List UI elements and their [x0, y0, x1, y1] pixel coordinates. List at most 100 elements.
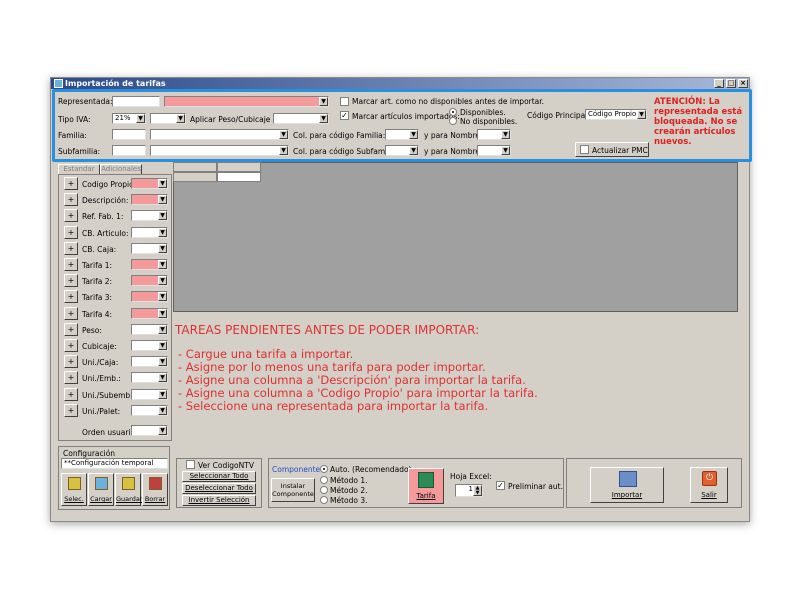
seleccionar-todo-button[interactable]: Seleccionar Todo [182, 471, 256, 482]
config-guardar-button[interactable]: Guardar [115, 473, 143, 506]
excel-icon [418, 472, 434, 488]
config-button-label: Selec. [64, 495, 84, 503]
invertir-seleccion-button[interactable]: Invertir Selección [182, 495, 256, 506]
field-column-select[interactable]: ▼ [131, 340, 168, 351]
grid-header-cell [217, 162, 261, 172]
field-label: Uni./Caja: [82, 358, 119, 368]
tasks-title: TAREAS PENDIENTES ANTES DE PODER IMPORTA… [175, 323, 480, 337]
config-button-label: Guardar [116, 495, 143, 503]
field-column-select[interactable]: ▼ [131, 388, 168, 400]
add-field-button[interactable]: + [64, 193, 78, 207]
maximize-button[interactable]: □ [726, 79, 736, 88]
metodo2-radio[interactable] [320, 486, 328, 494]
field-column-select[interactable]: ▼ [131, 307, 168, 319]
chevron-down-icon: ▼ [158, 324, 167, 334]
data-grid[interactable] [173, 162, 738, 312]
config-cargar-icon [95, 477, 108, 490]
chevron-down-icon: ▼ [158, 426, 167, 435]
importar-button[interactable]: Importar [590, 467, 664, 503]
metodo1-label: Método 1. [330, 476, 368, 485]
grid-header-cell [173, 162, 217, 172]
config-select[interactable]: **Configuración temporal [61, 458, 168, 469]
salir-button[interactable]: ⏻ Salir [690, 467, 728, 503]
add-field-button[interactable]: + [64, 339, 78, 352]
chevron-down-icon: ▼ [158, 227, 167, 237]
componente-label: Componente: [272, 465, 323, 474]
add-field-button[interactable]: + [64, 322, 78, 336]
ver-codigo-ntv-label: Ver CodigoNTV [198, 461, 254, 470]
tarifa-button[interactable]: Tarifa [408, 468, 444, 504]
config-borrar-icon [149, 477, 162, 490]
field-column-select[interactable]: ▼ [131, 372, 168, 384]
field-label: CB. Caja: [82, 244, 117, 254]
field-column-select[interactable]: ▼ [131, 356, 168, 368]
chevron-down-icon: ▼ [158, 195, 167, 205]
field-column-select[interactable]: ▼ [131, 194, 168, 206]
hoja-excel-stepper[interactable]: 1 ▲ ▼ [455, 484, 483, 497]
chevron-down-icon: ▼ [158, 373, 167, 383]
field-column-select[interactable]: ▼ [131, 404, 168, 416]
add-field-button[interactable]: + [64, 306, 78, 320]
auto-label: Auto. (Recomendado) [330, 465, 412, 474]
add-field-button[interactable]: + [64, 177, 78, 190]
window-title: Importación de tarifas [65, 79, 166, 88]
hoja-excel-label: Hoja Excel: [450, 472, 492, 481]
app-icon [54, 79, 63, 88]
field-column-select[interactable]: ▼ [131, 275, 168, 287]
metodo2-label: Método 2. [330, 486, 368, 495]
add-field-button[interactable]: + [64, 225, 78, 239]
field-column-select[interactable]: ▼ [131, 210, 168, 222]
header-highlight-frame [52, 89, 752, 162]
add-field-button[interactable]: + [64, 403, 78, 417]
config-cargar-button[interactable]: Cargar [88, 473, 114, 506]
add-field-button[interactable]: + [64, 371, 78, 385]
field-column-select[interactable]: ▼ [131, 226, 168, 238]
add-field-button[interactable]: + [64, 209, 78, 223]
add-field-button[interactable]: + [64, 355, 78, 369]
config-borrar-button[interactable]: Borrar [142, 473, 168, 506]
minimize-button[interactable]: _ [714, 79, 724, 88]
field-label: Ref. Fab. 1: [82, 212, 124, 222]
chevron-down-icon: ▼ [158, 260, 167, 269]
auto-radio[interactable] [320, 465, 328, 473]
metodo3-label: Método 3. [330, 496, 368, 505]
chevron-down-icon: ▼ [158, 179, 167, 188]
config-selec-icon [68, 477, 81, 490]
title-bar: Importación de tarifas _ □ × [51, 78, 749, 89]
field-label: Descripción: [82, 196, 129, 206]
import-icon [619, 471, 637, 487]
instalar-componente-button[interactable]: Instalar Componente [271, 478, 315, 502]
add-field-button[interactable]: + [64, 241, 78, 255]
config-selec-button[interactable]: Selec. [61, 473, 87, 506]
chevron-down-icon: ▼ [158, 308, 167, 318]
field-label: Peso: [82, 325, 102, 335]
field-label: Uni./Palet: [82, 406, 121, 416]
deseleccionar-todo-button[interactable]: Deseleccionar Todo [182, 483, 256, 494]
add-field-button[interactable]: + [64, 290, 78, 304]
ver-codigo-ntv-checkbox[interactable] [186, 460, 195, 469]
field-column-select[interactable]: ▼ [131, 323, 168, 335]
field-column-select[interactable]: ▼ [131, 259, 168, 270]
field-label: Uni./Subemb.: [82, 390, 136, 400]
metodo1-radio[interactable] [320, 476, 328, 484]
orden-usuario-label: Orden usuario: [82, 428, 138, 437]
salir-button-label: Salir [701, 491, 717, 499]
add-field-button[interactable]: + [64, 258, 78, 271]
config-guardar-icon [122, 477, 135, 490]
config-button-label: Cargar [90, 495, 112, 503]
tarifa-button-label: Tarifa [416, 492, 436, 500]
close-button[interactable]: × [738, 79, 748, 88]
chevron-down-icon: ▼ [158, 276, 167, 286]
grid-cell [173, 172, 217, 182]
field-column-select[interactable]: ▼ [131, 242, 168, 254]
add-field-button[interactable]: + [64, 387, 78, 401]
orden-usuario-select[interactable]: ▼ [131, 425, 168, 436]
stepper-arrows-icon: ▲ ▼ [473, 485, 482, 496]
add-field-button[interactable]: + [64, 274, 78, 288]
metodo3-radio[interactable] [320, 496, 328, 504]
field-column-select[interactable]: ▼ [131, 178, 168, 189]
field-label: Tarifa 1: [82, 261, 113, 270]
field-column-select[interactable]: ▼ [131, 291, 168, 303]
chevron-down-icon: ▼ [158, 405, 167, 415]
preliminar-checkbox[interactable]: ✓ [496, 481, 505, 490]
